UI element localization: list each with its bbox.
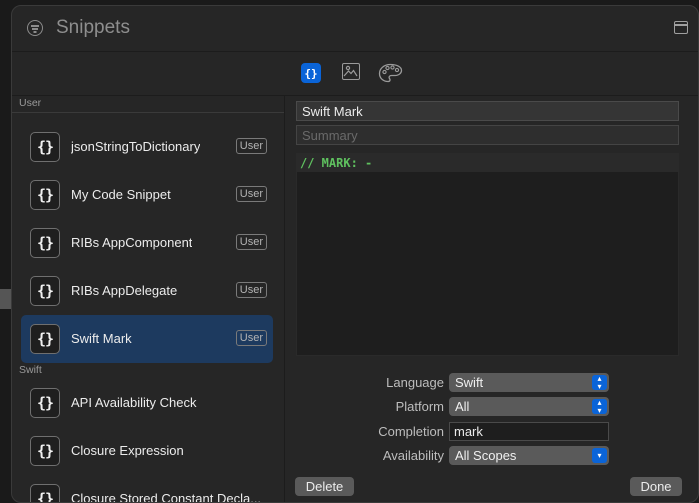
language-value: Swift — [455, 375, 484, 390]
maximize-icon[interactable] — [674, 21, 688, 34]
snippet-name: API Availability Check — [71, 395, 197, 410]
snippet-row[interactable]: {} Closure Expression — [21, 427, 273, 475]
snippet-row[interactable]: {} Closure Stored Constant Decla... — [21, 475, 273, 502]
platform-row: Platform All ▴ ▾ — [295, 397, 680, 417]
snippet-editor: // MARK: - Language Swift ▴▾ Platform Al… — [295, 96, 698, 502]
snippet-sidebar: User {} jsonStringToDictionary User {} M… — [12, 96, 285, 502]
snippet-row-selected[interactable]: {} Swift Mark User — [21, 315, 273, 363]
snippets-window: Snippets {} User {} jsonStringToDictiona… — [11, 5, 699, 503]
completion-label: Completion — [378, 424, 444, 439]
completion-row: Completion — [295, 422, 680, 442]
snippet-summary-field[interactable] — [296, 125, 679, 145]
snippet-name: Swift Mark — [71, 331, 132, 346]
tab-snippets-icon[interactable]: {} — [301, 63, 321, 83]
library-tabs: {} — [12, 52, 698, 96]
code-snippet-icon: {} — [30, 180, 60, 210]
code-editor[interactable]: // MARK: - — [296, 153, 679, 356]
code-snippet-icon: {} — [30, 132, 60, 162]
up-down-chevron-icon: ▴ ▾ — [592, 374, 607, 390]
background-divider-left — [0, 289, 11, 309]
delete-button[interactable]: Delete — [295, 477, 354, 496]
swift-snippet-list: {} API Availability Check {} Closure Exp… — [12, 379, 284, 502]
titlebar: Snippets — [12, 6, 698, 52]
user-badge: User — [235, 186, 267, 202]
availability-value: All Scopes — [455, 448, 517, 463]
language-select[interactable]: Swift ▴ ▾ — [449, 373, 609, 392]
chevron-down-icon: ▾ — [592, 448, 607, 463]
user-badge: User — [235, 138, 267, 154]
done-button[interactable]: Done — [630, 477, 682, 496]
code-snippet-icon: {} — [30, 388, 60, 418]
snippet-row[interactable]: {} My Code Snippet User — [21, 171, 273, 219]
code-snippet-icon: {} — [30, 276, 60, 306]
snippet-row[interactable]: {} API Availability Check — [21, 379, 273, 427]
up-down-chevron-icon: ▴ ▾ — [592, 398, 607, 414]
snippet-name: jsonStringToDictionary — [71, 139, 201, 154]
snippet-row[interactable]: {} RIBs AppDelegate User — [21, 267, 273, 315]
filter-menu-icon[interactable] — [27, 20, 43, 36]
platform-label: Platform — [395, 399, 444, 414]
snippet-name: RIBs AppComponent — [71, 235, 193, 250]
language-label: Language — [386, 375, 444, 390]
code-snippet-icon: {} — [30, 484, 60, 502]
availability-row: Availability All Scopes ▾ — [295, 446, 680, 466]
platform-value: All — [455, 399, 470, 414]
user-badge: User — [235, 330, 267, 346]
snippet-name: Closure Expression — [71, 443, 184, 458]
user-badge: User — [235, 282, 267, 298]
tab-palette-icon[interactable] — [378, 63, 403, 83]
code-snippet-icon: {} — [30, 324, 60, 354]
code-snippet-icon: {} — [30, 228, 60, 258]
section-header-user: User — [12, 96, 284, 113]
user-snippet-list: {} jsonStringToDictionary User {} My Cod… — [12, 123, 284, 363]
snippet-name: Closure Stored Constant Decla... — [71, 491, 262, 502]
user-badge: User — [235, 234, 267, 250]
code-snippet-icon: {} — [30, 436, 60, 466]
platform-select[interactable]: All ▴ ▾ — [449, 397, 609, 416]
window-title: Snippets — [56, 17, 130, 38]
availability-select[interactable]: All Scopes ▾ — [449, 446, 609, 465]
snippet-name: My Code Snippet — [71, 187, 171, 202]
tab-media-icon[interactable] — [342, 63, 360, 80]
code-line: // MARK: - — [297, 154, 678, 172]
availability-label: Availability — [382, 448, 444, 463]
completion-field[interactable] — [449, 422, 609, 441]
section-header-swift: Swift — [19, 364, 42, 376]
language-row: Language Swift ▴ ▾ — [295, 373, 680, 393]
snippet-title-field[interactable] — [296, 101, 679, 121]
snippet-row[interactable]: {} jsonStringToDictionary User — [21, 123, 273, 171]
snippet-row[interactable]: {} RIBs AppComponent User — [21, 219, 273, 267]
snippet-name: RIBs AppDelegate — [71, 283, 178, 298]
